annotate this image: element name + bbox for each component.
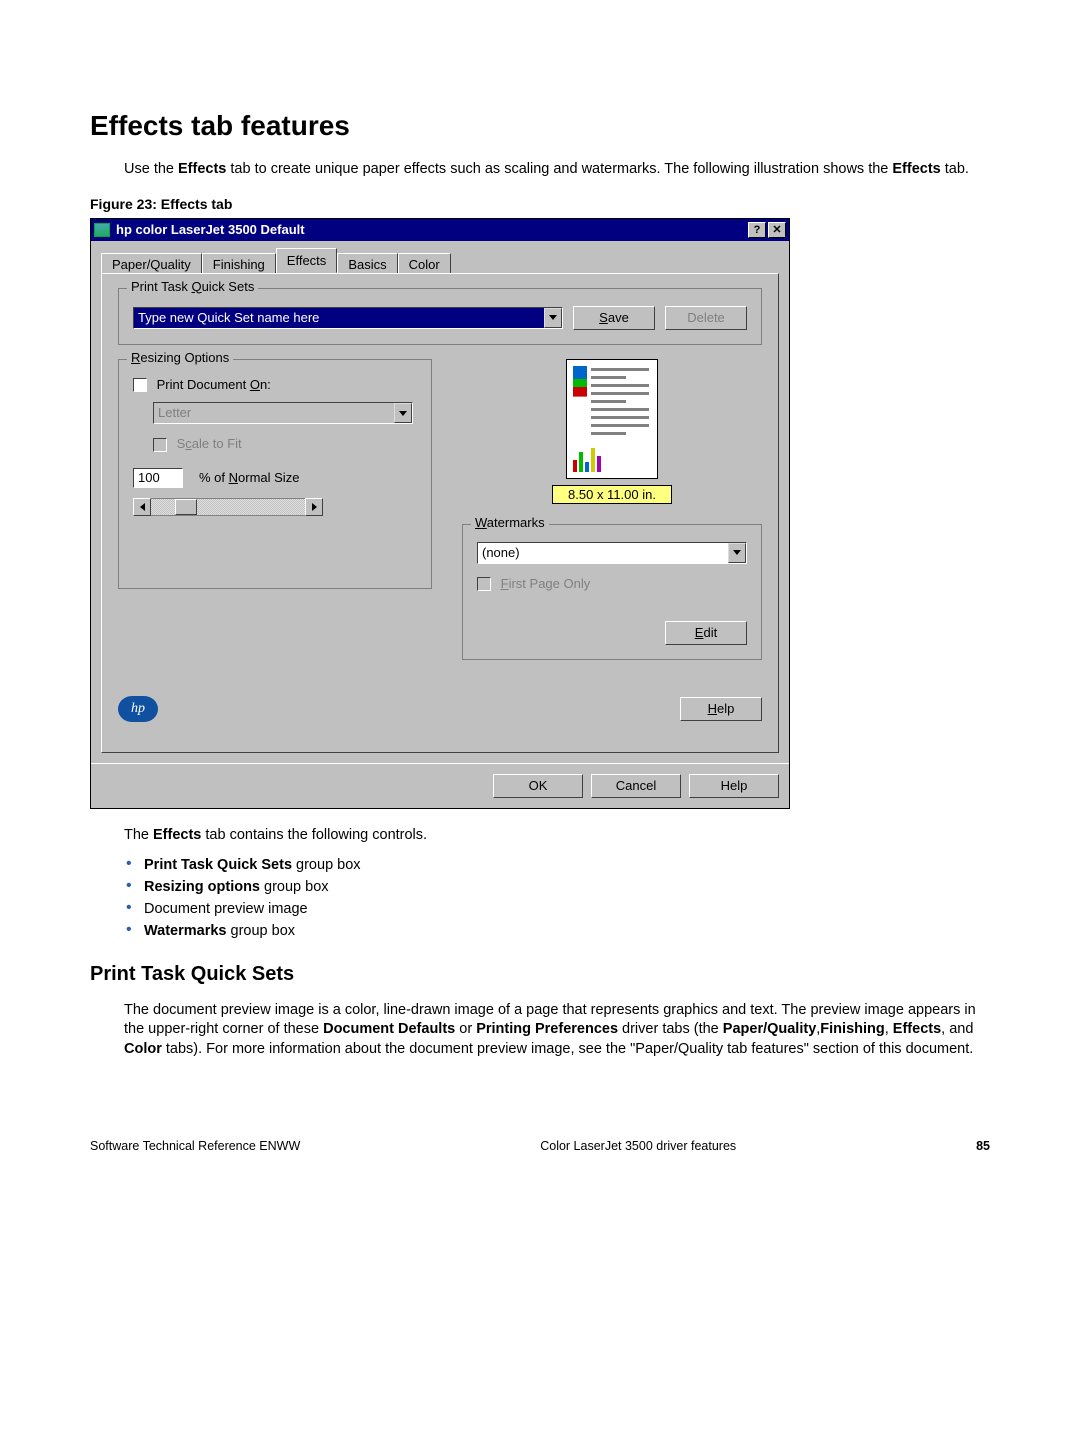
controls-intro: The Effects tab contains the following c… [124, 827, 990, 843]
effects-panel: Print Task Quick Sets Type new Quick Set… [101, 273, 779, 753]
window-title: hp color LaserJet 3500 Default [116, 222, 746, 237]
resizing-legend: Resizing Options [127, 350, 233, 365]
tab-color[interactable]: Color [398, 253, 451, 274]
quicksets-legend: Print Task Quick Sets [127, 279, 258, 294]
percent-label: % of Normal Size [199, 470, 299, 485]
list-item: Resizing options group box [126, 879, 990, 895]
arrow-left-icon [140, 503, 145, 511]
document-preview: 8.50 x 11.00 in. [552, 359, 672, 504]
scroll-right-button[interactable] [305, 498, 323, 516]
scroll-thumb[interactable] [175, 499, 197, 515]
dialog-help-button[interactable]: Help [689, 774, 779, 798]
footer-left: Software Technical Reference ENWW [90, 1139, 300, 1153]
first-page-only-row: First Page Only [477, 576, 747, 592]
preview-dimensions: 8.50 x 11.00 in. [552, 485, 672, 504]
tabstrip: Paper/Quality Finishing Effects Basics C… [101, 249, 779, 273]
tab-effects[interactable]: Effects [276, 248, 338, 273]
footer-page-number: 85 [976, 1139, 990, 1153]
close-titlebar-button[interactable]: ✕ [768, 222, 786, 238]
preview-bars-icon [573, 444, 601, 472]
page-footer: Software Technical Reference ENWW Color … [90, 1139, 990, 1153]
first-page-only-checkbox [477, 577, 491, 591]
paper-size-combo: Letter [153, 402, 413, 424]
footer-center: Color LaserJet 3500 driver features [300, 1139, 976, 1153]
panel-help-button[interactable]: Help [680, 697, 762, 721]
preview-page-icon [566, 359, 658, 479]
scale-to-fit-row: Scale to Fit [153, 436, 417, 452]
save-button[interactable]: Save [573, 306, 655, 330]
list-item: Document preview image [126, 901, 990, 917]
tab-basics[interactable]: Basics [337, 253, 397, 274]
scroll-left-button[interactable] [133, 498, 151, 516]
titlebar: hp color LaserJet 3500 Default ? ✕ [91, 219, 789, 241]
section-paragraph: The document preview image is a color, l… [124, 1001, 990, 1060]
scale-to-fit-label: Scale to Fit [177, 436, 242, 451]
edit-button[interactable]: Edit [665, 621, 747, 645]
delete-button: Delete [665, 306, 747, 330]
resizing-group: Resizing Options Print Document On: Lett… [118, 359, 432, 589]
percent-scrollbar[interactable] [133, 498, 323, 516]
help-titlebar-button[interactable]: ? [748, 222, 766, 238]
scale-to-fit-checkbox [153, 438, 167, 452]
chevron-down-icon [394, 403, 412, 423]
scroll-track[interactable] [151, 498, 305, 516]
list-item: Watermarks group box [126, 923, 990, 939]
print-document-on-row: Print Document On: [133, 377, 417, 393]
first-page-only-label: First Page Only [501, 576, 591, 591]
tab-finishing[interactable]: Finishing [202, 253, 276, 274]
watermark-combo[interactable]: (none) [477, 542, 747, 564]
watermarks-group: Watermarks (none) First Page Only Edit [462, 524, 762, 661]
printer-icon [94, 223, 110, 237]
cancel-button[interactable]: Cancel [591, 774, 681, 798]
watermarks-legend: Watermarks [471, 515, 549, 530]
list-item: Print Task Quick Sets group box [126, 857, 990, 873]
preview-graphic-icon [573, 366, 587, 406]
dialog-bottom-buttons: OK Cancel Help [91, 763, 789, 808]
percent-normal-size-input[interactable]: 100 [133, 468, 183, 488]
chevron-down-icon[interactable] [728, 543, 746, 563]
intro-paragraph: Use the Effects tab to create unique pap… [124, 160, 990, 180]
section-heading: Print Task Quick Sets [90, 963, 990, 986]
print-document-on-label: Print Document On: [157, 377, 271, 392]
ok-button[interactable]: OK [493, 774, 583, 798]
effects-dialog: hp color LaserJet 3500 Default ? ✕ Paper… [90, 218, 790, 809]
controls-list: Print Task Quick Sets group box Resizing… [126, 857, 990, 939]
quickset-name-combo[interactable]: Type new Quick Set name here [133, 307, 563, 329]
tab-paper-quality[interactable]: Paper/Quality [101, 253, 202, 274]
hp-logo-icon: hp [118, 696, 158, 722]
quicksets-group: Print Task Quick Sets Type new Quick Set… [118, 288, 762, 345]
figure-caption: Figure 23: Effects tab [90, 196, 990, 212]
page-heading: Effects tab features [90, 110, 990, 142]
chevron-down-icon[interactable] [544, 308, 562, 328]
print-document-on-checkbox[interactable] [133, 378, 147, 392]
arrow-right-icon [312, 503, 317, 511]
